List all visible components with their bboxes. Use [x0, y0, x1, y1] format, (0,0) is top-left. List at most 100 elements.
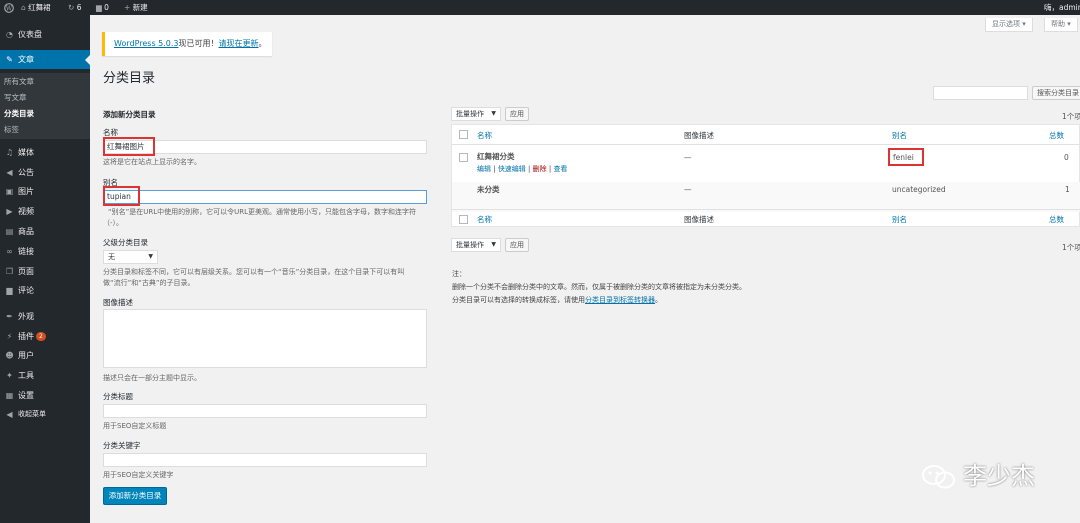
- column-description: 图像描述: [684, 215, 714, 224]
- select-all-checkbox[interactable]: [459, 215, 468, 224]
- pin-icon: ✎: [6, 55, 13, 64]
- select-all-checkbox[interactable]: [459, 130, 468, 139]
- brush-icon: ✒: [6, 312, 13, 321]
- category-count[interactable]: 0: [1064, 153, 1069, 162]
- new-content-link[interactable]: + 新建: [124, 0, 148, 15]
- slug-label: 别名: [103, 178, 118, 187]
- menu-images[interactable]: ▣ 图片: [0, 182, 90, 201]
- wechat-icon: [921, 464, 957, 490]
- bulk-actions-select-bottom[interactable]: 批量操作 ▼: [451, 238, 501, 252]
- page-icon: ❐: [5, 267, 14, 276]
- svg-text:W: W: [6, 5, 13, 12]
- row-checkbox[interactable]: [459, 153, 468, 162]
- account-menu[interactable]: 嗨，admin: [1044, 0, 1080, 15]
- comments-link[interactable]: ▆ 0: [96, 0, 109, 15]
- watermark: 李少杰: [921, 456, 1035, 491]
- category-slug: uncategorized: [892, 185, 946, 194]
- caret-down-icon: ▾: [1022, 20, 1026, 28]
- home-icon: ⌂: [21, 3, 26, 12]
- submenu-tags[interactable]: 标签: [4, 123, 19, 137]
- menu-settings[interactable]: ▦ 设置: [0, 386, 90, 405]
- column-slug[interactable]: 别名: [892, 214, 907, 225]
- menu-posts[interactable]: ✎ 文章: [0, 50, 90, 69]
- menu-products[interactable]: ▤ 商品: [0, 222, 90, 241]
- user-icon: ☻: [5, 351, 14, 360]
- submenu-write-post[interactable]: 写文章: [4, 91, 27, 105]
- wrench-icon: ✦: [6, 371, 13, 380]
- category-tag-converter-link[interactable]: 分类目录到标签转换器: [585, 296, 655, 304]
- menu-pages[interactable]: ❐ 页面: [0, 262, 90, 281]
- delete-link[interactable]: 删除: [533, 165, 547, 173]
- seo-title-hint: 用于SEO自定义标题: [103, 422, 167, 430]
- column-name[interactable]: 名称: [477, 130, 492, 141]
- column-slug[interactable]: 别名: [892, 130, 907, 141]
- category-slug: fenlei: [893, 153, 914, 162]
- image-icon: ▣: [5, 187, 14, 196]
- categories-note: 注： 删除一个分类不会删除分类中的文章。然而，仅属于被删除分类的文章将被指定为未…: [452, 270, 746, 304]
- description-textarea[interactable]: [103, 309, 427, 368]
- menu-notice[interactable]: ◀ 公告: [0, 163, 90, 182]
- media-icon: ♫: [5, 148, 14, 157]
- plugins-update-badge: 2: [36, 332, 46, 341]
- menu-tools[interactable]: ✦ 工具: [0, 366, 90, 385]
- menu-plugins[interactable]: ⚡ 插件 2: [0, 327, 90, 346]
- name-hint: 这将是它在站点上显示的名字。: [103, 158, 201, 166]
- view-link[interactable]: 查看: [553, 165, 567, 173]
- bulk-actions-select-top[interactable]: 批量操作 ▼: [451, 107, 501, 121]
- megaphone-icon: ◀: [6, 168, 13, 177]
- plugin-icon: ⚡: [6, 332, 13, 341]
- apply-button-top[interactable]: 应用: [505, 107, 529, 121]
- refresh-icon: ↻: [68, 3, 75, 12]
- column-total[interactable]: 总数: [1049, 130, 1064, 141]
- update-now-link[interactable]: 请现在更新: [219, 39, 259, 48]
- slug-input[interactable]: tupian: [103, 190, 427, 204]
- search-categories-button[interactable]: 搜索分类目录: [1032, 86, 1080, 100]
- category-count[interactable]: 1: [1065, 185, 1070, 194]
- screen-options-button[interactable]: 显示选项 ▾: [985, 18, 1033, 32]
- column-total[interactable]: 总数: [1049, 214, 1064, 225]
- caret-down-icon: ▼: [491, 241, 496, 248]
- menu-comments[interactable]: ▆ 评论: [0, 281, 90, 300]
- parent-hint-line2: 做“流行”和“古典”的子目录。: [103, 279, 195, 287]
- site-name-link[interactable]: ⌂ 红舞裙: [21, 0, 51, 15]
- updates-link[interactable]: ↻ 6: [68, 0, 81, 15]
- table-row: 未分类 — uncategorized 1: [452, 182, 1080, 212]
- search-categories-input[interactable]: [933, 86, 1028, 100]
- submenu-all-posts[interactable]: 所有文章: [4, 75, 34, 89]
- column-name[interactable]: 名称: [477, 214, 492, 225]
- category-name-link[interactable]: 红舞裙分类: [477, 151, 515, 162]
- page-title: 分类目录: [103, 71, 156, 86]
- menu-dashboard[interactable]: ◔ 仪表盘: [0, 25, 90, 44]
- menu-appearance[interactable]: ✒ 外观: [0, 307, 90, 326]
- name-label: 名称: [103, 128, 118, 137]
- name-input[interactable]: 红舞裙图片: [103, 140, 427, 154]
- seo-title-input[interactable]: [103, 404, 427, 418]
- edit-link[interactable]: 编辑: [477, 165, 491, 173]
- caret-down-icon: ▼: [491, 110, 496, 117]
- parent-select[interactable]: 无 ▼: [103, 250, 158, 264]
- caret-down-icon: ▼: [148, 253, 153, 260]
- menu-users[interactable]: ☻ 用户: [0, 346, 90, 365]
- description-hint: 描述只会在一部分主题中显示。: [103, 374, 201, 382]
- link-icon: ∞: [6, 247, 13, 256]
- apply-button-bottom[interactable]: 应用: [505, 238, 529, 252]
- item-count-top: 1个项目: [1062, 112, 1080, 121]
- wordpress-logo-icon[interactable]: W: [4, 0, 14, 15]
- dashboard-icon: ◔: [6, 30, 13, 39]
- add-category-button[interactable]: 添加新分类目录: [103, 487, 167, 505]
- version-link[interactable]: WordPress 5.0.3: [114, 39, 179, 48]
- table-footer: 名称 图像描述 别名 总数: [452, 209, 1080, 229]
- menu-video[interactable]: ▶ 视频: [0, 202, 90, 221]
- collapse-icon: ◀: [6, 410, 13, 419]
- item-count-bottom: 1个项目: [1062, 243, 1080, 252]
- submenu-categories[interactable]: 分类目录: [4, 107, 34, 121]
- help-button[interactable]: 帮助 ▾: [1044, 18, 1078, 32]
- menu-links[interactable]: ∞ 链接: [0, 242, 90, 261]
- seo-keywords-hint: 用于SEO自定义关键字: [103, 471, 174, 479]
- table-header: 名称 图像描述 别名 总数: [452, 125, 1080, 145]
- quick-edit-link[interactable]: 快速编辑: [498, 165, 526, 173]
- category-name-link[interactable]: 未分类: [477, 184, 500, 195]
- seo-keywords-input[interactable]: [103, 453, 427, 467]
- menu-media[interactable]: ♫ 媒体: [0, 143, 90, 162]
- collapse-menu[interactable]: ◀ 收起菜单: [0, 405, 90, 424]
